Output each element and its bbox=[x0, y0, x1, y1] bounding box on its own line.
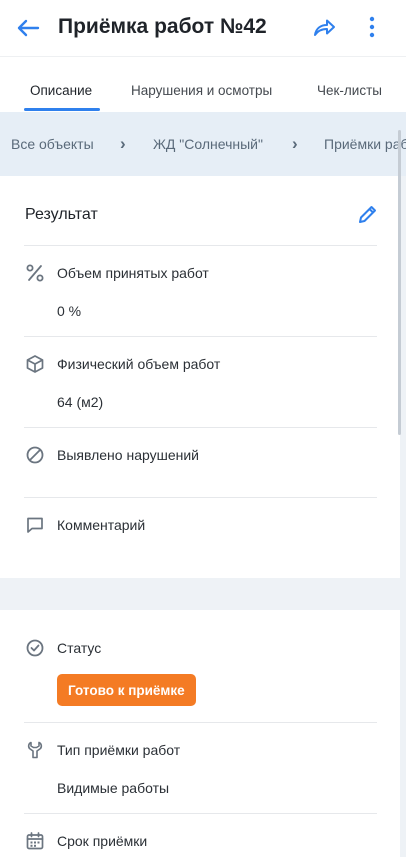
divider bbox=[24, 336, 377, 337]
share-button[interactable] bbox=[312, 17, 338, 41]
wrench-icon bbox=[24, 739, 46, 761]
tab-description[interactable]: Описание bbox=[30, 83, 92, 98]
result-card: Результат Объем принятых работ 0 % Физич… bbox=[0, 176, 400, 578]
back-button[interactable] bbox=[14, 16, 42, 40]
physical-volume-label: Физический объем работ bbox=[57, 356, 221, 372]
chevron-right-icon: › bbox=[292, 134, 298, 153]
comment-label[interactable]: Комментарий bbox=[57, 517, 145, 533]
more-options-button[interactable] bbox=[362, 14, 382, 40]
arrow-left-icon bbox=[17, 19, 40, 37]
divider bbox=[24, 427, 377, 428]
breadcrumb-object[interactable]: ЖД "Солнечный" bbox=[153, 136, 263, 152]
physical-volume-value: 64 (м2) bbox=[57, 394, 104, 410]
active-tab-indicator bbox=[24, 108, 100, 111]
cube-icon bbox=[24, 353, 46, 375]
breadcrumb-acceptances[interactable]: Приёмки работ bbox=[324, 136, 406, 152]
comment-icon bbox=[24, 514, 46, 536]
check-circle-icon bbox=[24, 637, 46, 659]
accepted-volume-label: Объем принятых работ bbox=[57, 265, 209, 281]
acceptance-type-value: Видимые работы bbox=[57, 780, 170, 796]
details-card: Статус Готово к приёмке Тип приёмки рабо… bbox=[0, 610, 400, 857]
tab-checklists[interactable]: Чек-листы bbox=[317, 83, 382, 98]
pencil-icon bbox=[359, 206, 376, 223]
divider bbox=[24, 497, 377, 498]
accepted-volume-value: 0 % bbox=[57, 303, 82, 319]
more-vertical-icon bbox=[369, 16, 375, 38]
divider bbox=[24, 813, 377, 814]
chevron-right-icon: › bbox=[120, 134, 126, 153]
calendar-icon bbox=[24, 830, 46, 852]
share-arrow-icon bbox=[314, 19, 335, 36]
acceptance-type-label: Тип приёмки работ bbox=[57, 742, 181, 758]
divider bbox=[24, 245, 377, 246]
status-badge[interactable]: Готово к приёмке bbox=[57, 674, 196, 706]
percent-icon bbox=[24, 262, 46, 284]
breadcrumb: Все объекты › ЖД "Солнечный" › Приёмки р… bbox=[0, 112, 406, 176]
violation-icon bbox=[24, 444, 46, 466]
scrollbar[interactable] bbox=[398, 130, 401, 435]
top-app-bar: Приёмка работ №42 bbox=[0, 0, 406, 56]
status-label: Статус bbox=[57, 640, 102, 656]
edit-button[interactable] bbox=[356, 204, 378, 226]
divider bbox=[24, 722, 377, 723]
section-title-result: Результат bbox=[25, 206, 98, 223]
acceptance-deadline-label: Срок приёмки bbox=[57, 833, 148, 849]
tab-bar: Описание Нарушения и осмотры Чек-листы bbox=[0, 56, 406, 112]
tab-violations-inspections[interactable]: Нарушения и осмотры bbox=[131, 83, 272, 98]
page-title: Приёмка работ №42 bbox=[58, 15, 267, 38]
breadcrumb-all-objects[interactable]: Все объекты bbox=[11, 136, 94, 152]
violations-found-label[interactable]: Выявлено нарушений bbox=[57, 447, 199, 463]
